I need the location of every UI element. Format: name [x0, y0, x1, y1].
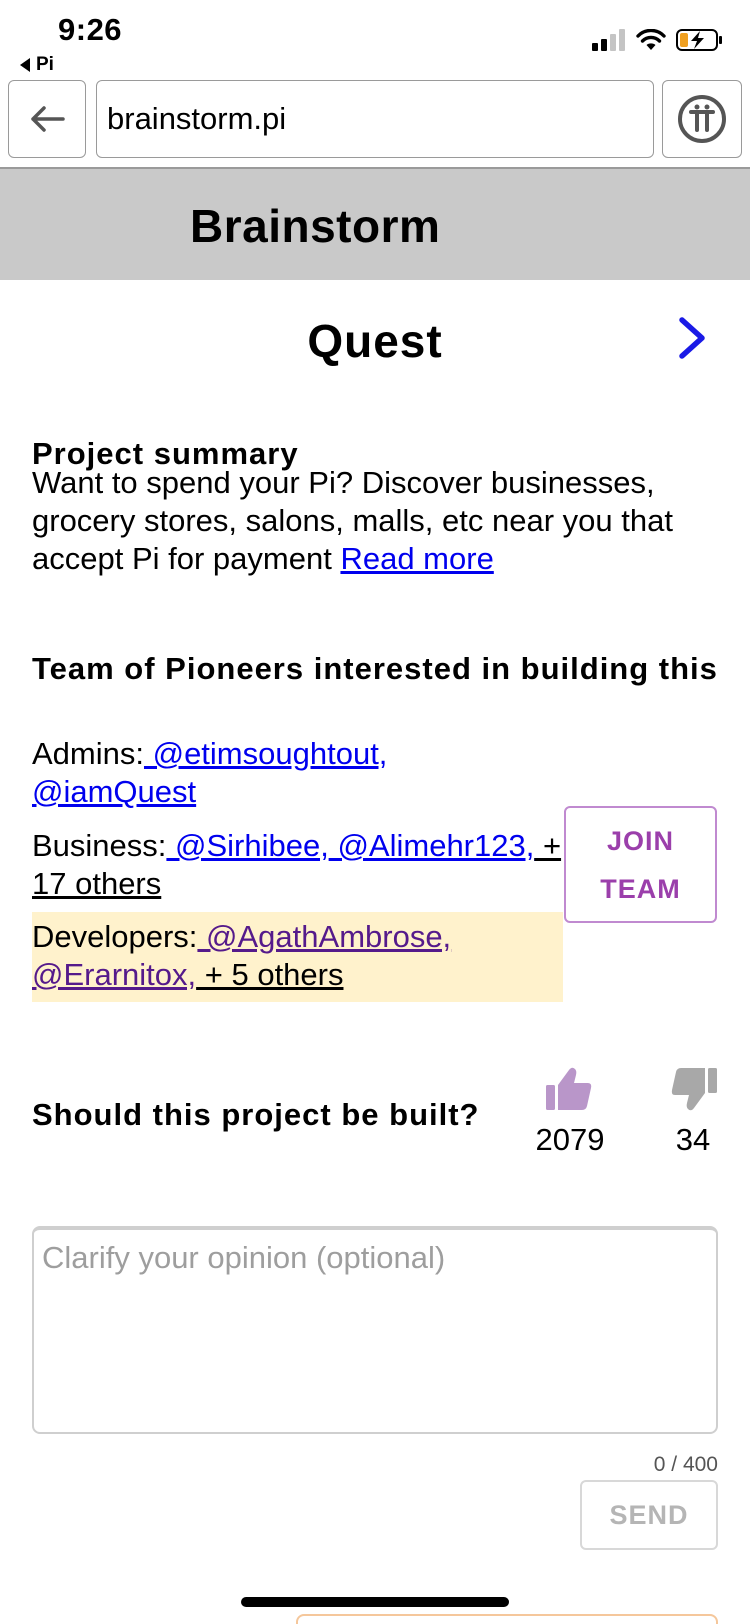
pi-menu-button[interactable] — [662, 80, 742, 158]
app-header: Brainstorm — [0, 169, 750, 280]
browser-back-button[interactable] — [8, 80, 86, 158]
join-team-button[interactable]: JOIN TEAM — [564, 806, 717, 923]
url-text: brainstorm.pi — [107, 101, 287, 136]
char-counter: 0 / 400 — [653, 1453, 718, 1476]
send-button[interactable]: SEND — [580, 1480, 718, 1550]
business-member-link[interactable]: @Alimehr123, — [329, 828, 534, 863]
cellular-signal-icon — [592, 29, 625, 51]
join-team-label-line1: JOIN — [606, 825, 675, 856]
admins-label: Admins: — [32, 736, 144, 771]
battery-charging-icon — [676, 29, 722, 51]
upvote-count: 2079 — [535, 1122, 605, 1157]
wifi-icon — [636, 29, 666, 50]
developers-label: Developers: — [32, 919, 198, 954]
opinion-input[interactable] — [32, 1226, 718, 1434]
bottom-element-peek — [296, 1614, 718, 1624]
admin-link[interactable]: @etimsoughtout, — [144, 736, 388, 771]
business-line: Business: @Sirhibee, @Alimehr123, + 17 o… — [32, 827, 562, 903]
join-team-label-line2: TEAM — [600, 873, 681, 904]
business-member-link[interactable]: @Sirhibee, — [166, 828, 329, 863]
arrow-left-icon — [31, 106, 65, 132]
downvote-count: 34 — [675, 1122, 711, 1157]
vote-question: Should this project be built? — [32, 1097, 480, 1132]
summary-text: Want to spend your Pi? Discover business… — [32, 464, 712, 578]
back-to-app-link[interactable]: Pi — [20, 54, 54, 76]
back-app-label: Pi — [36, 54, 54, 75]
read-more-link[interactable]: Read more — [340, 541, 493, 576]
team-heading: Team of Pioneers interested in building … — [32, 651, 718, 686]
page: 9:26 Pi brainstorm.pi Brainstorm Quest P… — [0, 0, 750, 1624]
url-field[interactable]: brainstorm.pi — [96, 80, 654, 158]
developers-others-link[interactable]: + 5 others — [196, 957, 344, 992]
status-icons — [592, 28, 724, 52]
chevron-right-icon[interactable] — [676, 316, 708, 360]
pi-logo-icon — [678, 95, 726, 143]
back-triangle-icon — [20, 58, 30, 72]
developers-line: Developers: @AgathAmbrose, @Erarnitox, + … — [32, 918, 552, 994]
admin-link[interactable]: @iamQuest — [32, 774, 196, 809]
project-title: Quest — [307, 315, 443, 367]
developer-link[interactable]: @AgathAmbrose, — [197, 919, 451, 954]
thumbs-up-icon[interactable] — [545, 1066, 593, 1112]
thumbs-down-icon[interactable] — [670, 1066, 718, 1112]
app-title: Brainstorm — [190, 200, 441, 252]
home-indicator — [241, 1597, 509, 1607]
developer-link[interactable]: @Erarnitox, — [32, 957, 196, 992]
business-label: Business: — [32, 828, 167, 863]
status-time: 9:26 — [58, 12, 123, 47]
admins-line: Admins: @etimsoughtout, @iamQuest — [32, 735, 552, 811]
